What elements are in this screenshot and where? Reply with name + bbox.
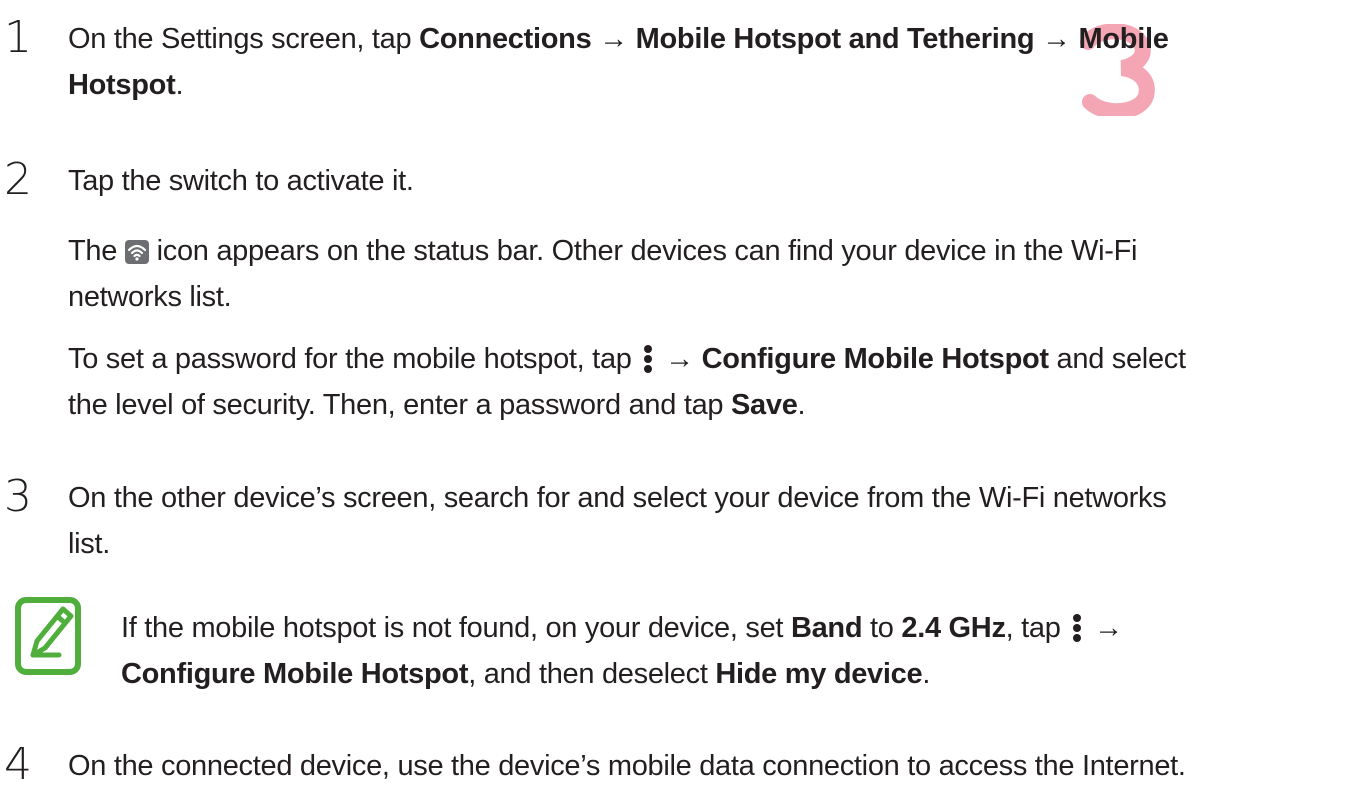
- hotspot-tethering-menu-label: Mobile Hotspot and Tethering: [635, 23, 1035, 55]
- band-label: Band: [790, 612, 863, 644]
- connections-menu-label: Connections: [419, 23, 592, 55]
- configure-hotspot-label-note: Configure Mobile Hotspot: [121, 658, 469, 690]
- step-2-detail-password: To set a password for the mobile hotspot…: [68, 343, 1186, 421]
- note-text: If the mobile hotspot is not found, on y…: [121, 612, 1123, 690]
- step-1-text: On the Settings screen, tap Connections …: [68, 23, 1169, 101]
- step-3-text: On the other device’s screen, search for…: [68, 482, 1167, 560]
- step-4-text: On the connected device, use the device’…: [68, 750, 1186, 782]
- step-number-2: 2: [4, 154, 32, 205]
- step-2-main: Tap the switch to activate it.: [68, 165, 414, 197]
- mobile-hotspot-status-icon: [124, 240, 149, 264]
- step-2-detail-status-icon: The icon appears on the status bar. Othe…: [68, 235, 1138, 313]
- more-options-kebab-icon: [644, 345, 653, 373]
- save-label: Save: [731, 389, 798, 421]
- step-number-1: 1: [4, 12, 32, 63]
- step-number-3: 3: [4, 471, 32, 522]
- step-number-4: 4: [4, 739, 32, 790]
- mobile-hotspot-label-part2: Hotspot: [68, 69, 176, 101]
- more-options-kebab-icon-note: [1073, 614, 1082, 642]
- band-value: 2.4 GHz: [901, 612, 1006, 644]
- hide-device-label: Hide my device: [715, 658, 923, 690]
- mobile-hotspot-label-part1: Mobile: [1078, 23, 1169, 55]
- configure-hotspot-label: Configure Mobile Hotspot: [701, 343, 1050, 375]
- note-pencil-icon: [15, 597, 81, 675]
